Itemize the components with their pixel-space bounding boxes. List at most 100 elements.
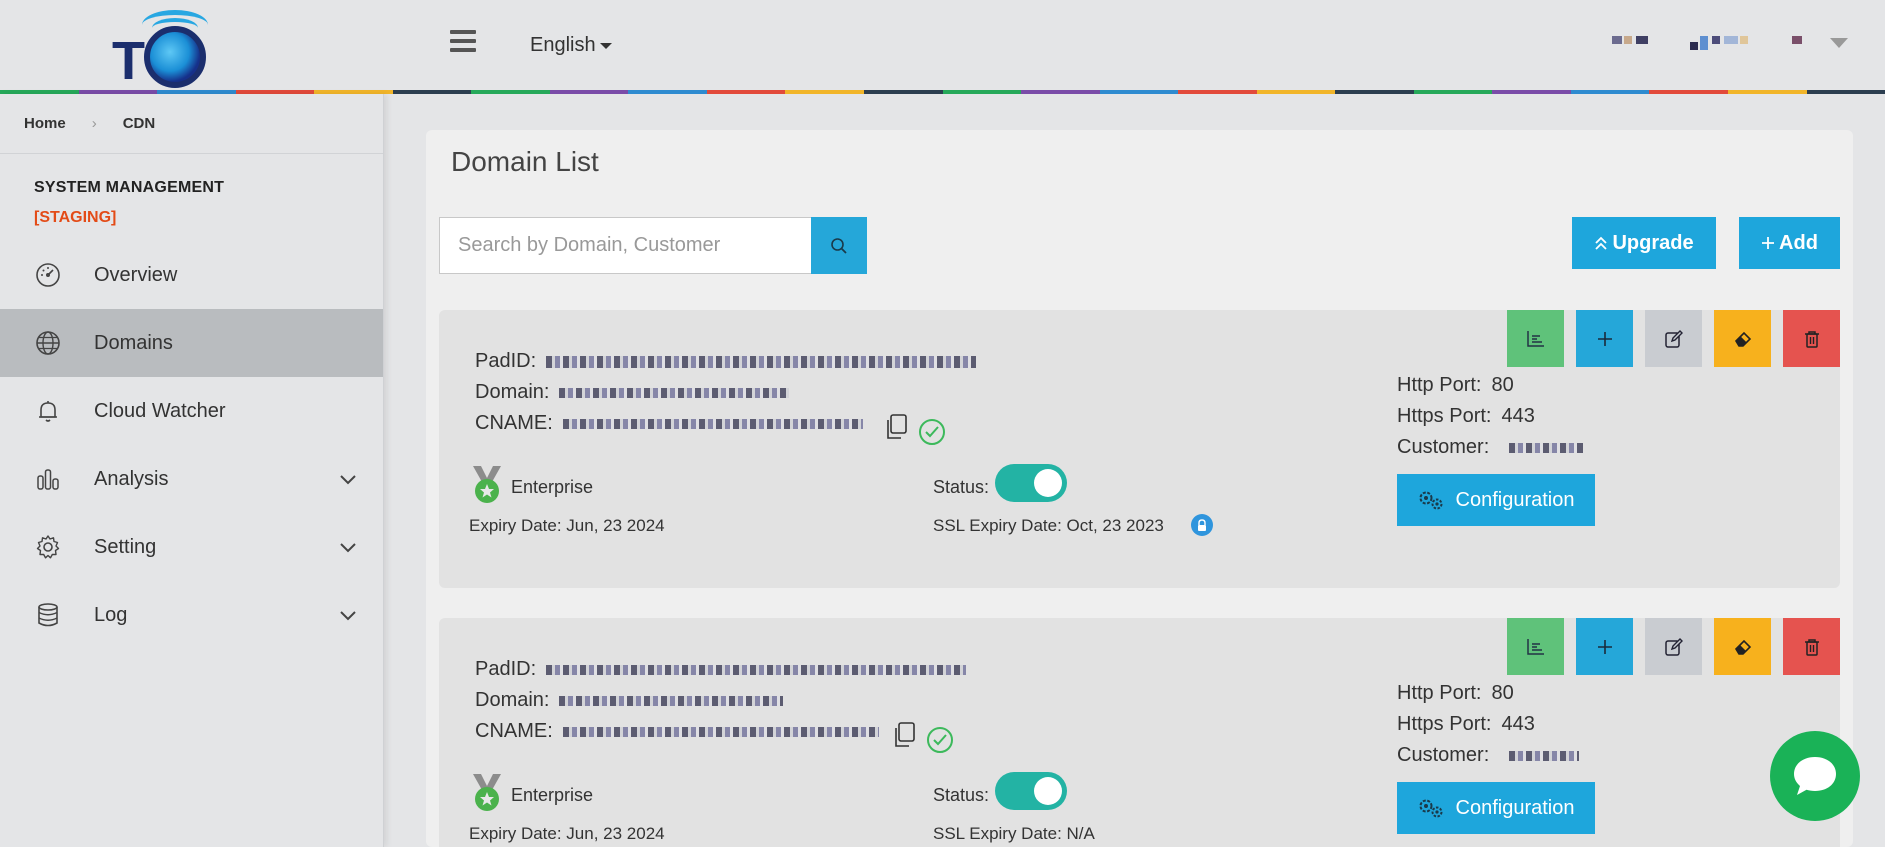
bar-chart-icon xyxy=(34,465,62,493)
eraser-icon xyxy=(1734,639,1751,655)
cname-row: CNAME: xyxy=(475,720,879,743)
language-dropdown[interactable]: English xyxy=(530,34,612,57)
copy-icon[interactable] xyxy=(885,414,907,440)
domain-label: Domain: xyxy=(475,381,550,403)
padid-row: PadID: xyxy=(475,658,967,681)
double-chevron-up-icon xyxy=(1595,236,1608,250)
chat-widget-button[interactable] xyxy=(1770,731,1860,821)
domain-value-redacted xyxy=(559,387,790,398)
sidebar-item-cloud-watcher[interactable]: Cloud Watcher xyxy=(0,377,383,445)
sidebar-item-label: Setting xyxy=(94,535,157,558)
cname-label: CNAME: xyxy=(475,720,553,742)
http-port-value: 80 xyxy=(1491,682,1514,704)
status-toggle[interactable] xyxy=(995,464,1067,502)
customer-value-redacted xyxy=(1509,442,1584,453)
chevron-down-icon[interactable] xyxy=(339,469,357,492)
copy-icon[interactable] xyxy=(893,722,915,748)
sidebar-item-domains[interactable]: Domains xyxy=(0,309,383,377)
customer-row: Customer: xyxy=(1397,744,1580,767)
user-menu[interactable] xyxy=(1612,34,1852,54)
edit-button[interactable] xyxy=(1645,618,1702,675)
domain-card: PadID: Domain: CNAME: Enterprise Expiry … xyxy=(439,618,1840,847)
status-toggle[interactable] xyxy=(995,772,1067,810)
edit-button[interactable] xyxy=(1645,310,1702,367)
breadcrumb-home[interactable]: Home xyxy=(24,115,66,132)
domain-row: Domain: xyxy=(475,689,784,712)
sidebar-item-setting[interactable]: Setting xyxy=(0,513,383,581)
plan-label: Enterprise xyxy=(511,477,594,497)
http-port-row: Http Port: 80 xyxy=(1397,374,1514,397)
sidebar-item-label: Analysis xyxy=(94,467,169,490)
caret-down-icon xyxy=(599,42,612,49)
verified-check-icon xyxy=(927,727,953,753)
padid-label: PadID: xyxy=(475,350,537,372)
domain-card: PadID: Domain: CNAME: Enterprise Expiry … xyxy=(439,310,1840,588)
add-label: Add xyxy=(1779,231,1818,254)
globe-icon xyxy=(34,329,62,357)
add-button[interactable]: Add xyxy=(1739,217,1840,269)
chat-bubble-icon xyxy=(1794,757,1836,795)
configuration-label: Configuration xyxy=(1455,488,1575,511)
breadcrumb: Home › CDN xyxy=(0,94,383,154)
https-port-row: Https Port: 443 xyxy=(1397,405,1535,428)
https-port-row: Https Port: 443 xyxy=(1397,713,1535,736)
ssl-expiry-date: SSL Expiry Date: N/A xyxy=(933,824,1095,843)
search-input[interactable] xyxy=(439,217,811,274)
plan-label: Enterprise xyxy=(511,785,594,805)
chart-icon xyxy=(1526,330,1544,347)
chart-icon xyxy=(1526,638,1544,655)
cname-value-redacted xyxy=(562,726,879,737)
breadcrumb-current: CDN xyxy=(122,115,156,132)
edit-icon xyxy=(1664,329,1683,348)
clear-cache-button[interactable] xyxy=(1714,618,1771,675)
plus-icon xyxy=(1762,237,1775,249)
http-port-row: Http Port: 80 xyxy=(1397,682,1514,705)
environment-label: [STAGING] xyxy=(34,209,117,226)
medal-icon xyxy=(469,772,505,812)
sidebar-item-log[interactable]: Log xyxy=(0,581,383,649)
ssl-expiry-date: SSL Expiry Date: Oct, 23 2023 xyxy=(933,516,1164,535)
user-dropdown-caret-icon[interactable] xyxy=(1830,38,1848,48)
lock-icon xyxy=(1191,514,1213,536)
http-port-label: Http Port: xyxy=(1397,682,1482,704)
sidebar-item-label: Domains xyxy=(94,331,173,354)
customer-row: Customer: xyxy=(1397,436,1584,459)
configuration-button[interactable]: Configuration xyxy=(1397,474,1595,526)
clear-cache-button[interactable] xyxy=(1714,310,1771,367)
toffs-logo[interactable]: TFFS xyxy=(112,8,272,153)
chevron-down-icon[interactable] xyxy=(339,605,357,628)
sidebar-item-label: Cloud Watcher xyxy=(94,399,226,422)
sidebar: Home › CDN SYSTEM MANAGEMENT [STAGING] O… xyxy=(0,94,384,847)
domain-actions xyxy=(1507,310,1840,367)
chevron-right-icon: › xyxy=(91,115,97,132)
search-button[interactable] xyxy=(811,217,867,274)
sidebar-nav: Overview Domains Cloud Watcher Analysis xyxy=(0,241,383,649)
delete-button[interactable] xyxy=(1783,618,1840,675)
delete-button[interactable] xyxy=(1783,310,1840,367)
padid-row: PadID: xyxy=(475,350,977,373)
padid-value-redacted xyxy=(546,355,977,368)
upgrade-button[interactable]: Upgrade xyxy=(1572,217,1716,269)
domain-row: Domain: xyxy=(475,381,790,404)
http-port-label: Http Port: xyxy=(1397,374,1482,396)
cname-label: CNAME: xyxy=(475,412,553,434)
menu-toggle-icon[interactable] xyxy=(450,30,476,58)
http-port-value: 80 xyxy=(1491,374,1514,396)
analytics-button[interactable] xyxy=(1507,618,1564,675)
sidebar-title: SYSTEM MANAGEMENT xyxy=(34,179,225,196)
configuration-button[interactable]: Configuration xyxy=(1397,782,1595,834)
configuration-label: Configuration xyxy=(1455,796,1575,819)
analytics-button[interactable] xyxy=(1507,310,1564,367)
domain-label: Domain: xyxy=(475,689,550,711)
add-domain-item-button[interactable] xyxy=(1576,310,1633,367)
trash-icon xyxy=(1804,330,1819,348)
status-label: Status: xyxy=(933,785,990,805)
chevron-down-icon[interactable] xyxy=(339,537,357,560)
speedometer-icon xyxy=(34,261,62,289)
sidebar-item-overview[interactable]: Overview xyxy=(0,241,383,309)
sidebar-item-analysis[interactable]: Analysis xyxy=(0,445,383,513)
add-domain-item-button[interactable] xyxy=(1576,618,1633,675)
logo-globe xyxy=(144,26,206,88)
edit-icon xyxy=(1664,637,1683,656)
eraser-icon xyxy=(1734,331,1751,347)
